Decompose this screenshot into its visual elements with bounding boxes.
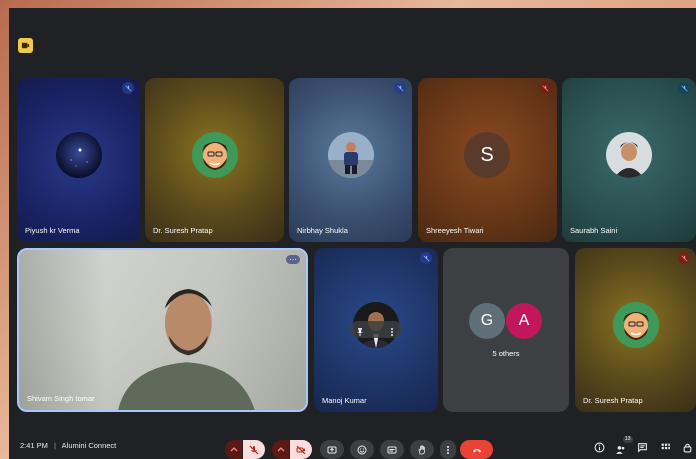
present-screen-icon xyxy=(327,446,337,453)
clock-time: 2:41 PM xyxy=(20,441,48,450)
avatar: S xyxy=(464,132,510,178)
hand-icon xyxy=(418,444,425,454)
avatar xyxy=(327,132,374,178)
participant-name: Saurabh Saini xyxy=(570,226,618,235)
emoji-icon xyxy=(357,445,367,454)
captions-icon xyxy=(387,446,397,453)
avatar xyxy=(606,132,652,178)
participant-name: Dr. Suresh Pratap xyxy=(153,226,213,235)
participant-tile[interactable]: Dr. Suresh Pratap xyxy=(575,248,696,412)
chat-icon[interactable] xyxy=(637,442,648,453)
captions-button[interactable] xyxy=(380,440,404,459)
raise-hand-button[interactable] xyxy=(410,440,434,459)
mic-off-icon xyxy=(420,252,432,264)
more-vert-icon xyxy=(447,445,449,454)
participant-tile[interactable]: Manoj Kumar xyxy=(314,248,438,412)
recording-badge-icon[interactable] xyxy=(18,38,33,53)
mic-toggle-button[interactable] xyxy=(243,440,265,459)
others-tile[interactable]: G A 5 others xyxy=(443,248,569,412)
info-icon[interactable] xyxy=(594,442,605,453)
avatar: G xyxy=(469,303,505,339)
participant-tile[interactable]: Piyush kr Verma xyxy=(17,78,140,242)
participant-tile[interactable]: Dr. Suresh Pratap xyxy=(145,78,284,242)
participant-tile[interactable]: Saurabh Saini xyxy=(562,78,696,242)
control-bar: 2:41 PM | Alumini Connect 13 xyxy=(9,436,696,459)
participant-video xyxy=(118,289,255,410)
people-count-badge: 13 xyxy=(623,436,633,443)
avatar xyxy=(191,132,238,178)
participant-tile[interactable]: S Shreeyesh Tiwari xyxy=(418,78,557,242)
present-button[interactable] xyxy=(320,440,344,459)
mic-off-icon xyxy=(678,82,690,94)
participant-name: Piyush kr Verma xyxy=(25,226,80,235)
separator: | xyxy=(54,441,56,450)
meeting-info: 2:41 PM | Alumini Connect xyxy=(20,441,116,450)
activities-icon[interactable] xyxy=(660,442,671,453)
video-options-button[interactable] xyxy=(272,440,289,459)
mic-off-icon xyxy=(678,252,690,264)
audio-options-button[interactable] xyxy=(225,440,242,459)
end-call-icon xyxy=(472,448,481,452)
participant-name: Dr. Suresh Pratap xyxy=(583,396,643,405)
mic-off-icon xyxy=(249,445,259,454)
camera-toggle-button[interactable] xyxy=(290,440,312,459)
pin-icon[interactable] xyxy=(355,324,365,342)
meeting-stage: Piyush kr Verma Dr. Suresh Pratap Nirbha… xyxy=(9,8,696,459)
more-options-button[interactable] xyxy=(440,440,456,459)
meeting-title: Alumini Connect xyxy=(61,441,117,450)
participant-name: Shivam Singh tomar xyxy=(27,394,95,403)
avatar xyxy=(55,132,102,178)
camera-off-icon xyxy=(296,445,306,454)
tile-hover-controls xyxy=(350,321,402,338)
participant-name: Shreeyesh Tiwari xyxy=(426,226,484,235)
leave-call-button[interactable] xyxy=(460,440,493,459)
participant-name: Manoj Kumar xyxy=(322,396,367,405)
others-count-label: 5 others xyxy=(492,349,520,358)
participant-tile[interactable]: Nirbhay Shukla xyxy=(289,78,412,242)
mic-off-icon xyxy=(122,82,134,94)
people-button[interactable]: 13 xyxy=(615,436,633,454)
more-vert-icon[interactable] xyxy=(387,324,397,342)
participant-tile-pinned[interactable]: ··· Shivam Singh tomar xyxy=(17,248,308,412)
avatar xyxy=(612,302,659,348)
more-options-icon[interactable]: ··· xyxy=(286,255,300,264)
chevron-up-icon xyxy=(277,446,284,451)
people-icon xyxy=(616,446,625,454)
avatar: A xyxy=(506,303,542,339)
mic-off-icon xyxy=(394,82,406,94)
reactions-button[interactable] xyxy=(350,440,374,459)
chevron-up-icon xyxy=(230,446,237,451)
participant-name: Nirbhay Shukla xyxy=(297,226,348,235)
mic-off-icon xyxy=(539,82,551,94)
host-controls-icon[interactable] xyxy=(682,442,693,453)
